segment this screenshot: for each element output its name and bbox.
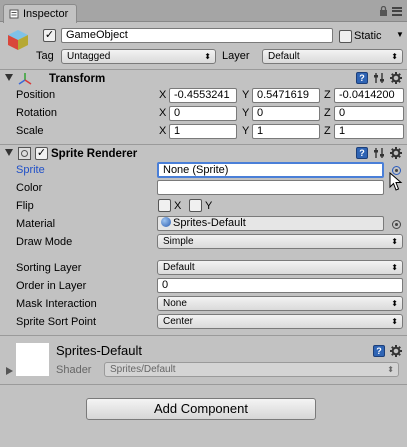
sorting-layer-label: Sorting Layer xyxy=(16,262,82,274)
sorting-layer-dropdown[interactable]: Default ⬍ xyxy=(157,260,403,275)
tab-inspector[interactable]: Inspector xyxy=(3,4,77,23)
inspector-icon xyxy=(9,9,19,19)
add-component-button[interactable]: Add Component xyxy=(86,398,316,420)
position-y-input[interactable]: 0.5471619 xyxy=(252,88,320,103)
position-label: Position xyxy=(16,89,56,101)
help-icon[interactable]: ? xyxy=(373,345,385,357)
tag-label: Tag xyxy=(36,50,54,62)
sprite-renderer-icon xyxy=(18,147,31,160)
flip-label: Flip xyxy=(16,200,34,212)
axis-x-label[interactable]: X xyxy=(159,124,166,138)
scale-z-input[interactable]: 1 xyxy=(334,124,404,139)
static-label: Static xyxy=(354,30,382,42)
static-dropdown-icon[interactable]: ▼ xyxy=(396,30,404,39)
dropdown-arrow-icon: ⬍ xyxy=(387,365,394,374)
tag-dropdown[interactable]: Untagged ⬍ xyxy=(61,49,216,64)
axis-y-label[interactable]: Y xyxy=(242,124,249,138)
rotation-y-input[interactable]: 0 xyxy=(252,106,320,121)
sprite-object-field[interactable]: None (Sprite) xyxy=(157,162,384,178)
tab-label: Inspector xyxy=(23,8,69,20)
lock-icon[interactable] xyxy=(379,6,388,16)
sprite-renderer-header[interactable]: ✓ Sprite Renderer ? xyxy=(0,144,407,162)
transform-header[interactable]: Transform ? xyxy=(0,69,407,87)
material-foldout-arrow-icon[interactable] xyxy=(6,367,13,375)
rotation-label: Rotation xyxy=(16,107,57,119)
flip-x-checkbox[interactable] xyxy=(158,199,171,212)
dropdown-arrow-icon: ⬍ xyxy=(204,52,211,61)
position-x-input[interactable]: -0.4553241 xyxy=(169,88,237,103)
position-z-input[interactable]: -0.0414200 xyxy=(334,88,404,103)
draw-mode-label: Draw Mode xyxy=(16,236,73,248)
scale-label: Scale xyxy=(16,125,44,137)
mask-interaction-dropdown[interactable]: None ⬍ xyxy=(157,296,403,311)
divider xyxy=(0,335,407,336)
shader-dropdown[interactable]: Sprites/Default ⬍ xyxy=(104,362,399,377)
material-sphere-icon xyxy=(161,217,171,227)
gameobject-icon xyxy=(8,30,28,50)
sprite-renderer-title: Sprite Renderer xyxy=(51,148,138,160)
tab-bar: Inspector xyxy=(0,0,407,23)
layer-dropdown[interactable]: Default ⬍ xyxy=(262,49,403,64)
dropdown-arrow-icon: ⬍ xyxy=(391,317,398,326)
sprite-sort-point-label: Sprite Sort Point xyxy=(16,316,97,328)
foldout-arrow-icon[interactable] xyxy=(5,149,13,156)
scale-y-input[interactable]: 1 xyxy=(252,124,320,139)
preset-icon[interactable] xyxy=(373,72,385,84)
axis-y-label[interactable]: Y xyxy=(242,88,249,102)
order-in-layer-input[interactable]: 0 xyxy=(157,278,403,293)
order-in-layer-label: Order in Layer xyxy=(16,280,87,292)
gear-icon[interactable] xyxy=(390,147,402,159)
axis-y-label[interactable]: Y xyxy=(242,106,249,120)
shader-label: Shader xyxy=(56,364,92,376)
sprite-label: Sprite xyxy=(16,164,45,176)
transform-icon xyxy=(18,73,32,85)
material-preview-title: Sprites-Default xyxy=(56,343,142,358)
rotation-x-input[interactable]: 0 xyxy=(169,106,237,121)
axis-z-label[interactable]: Z xyxy=(324,106,331,120)
object-picker-icon[interactable] xyxy=(392,220,401,229)
help-icon[interactable]: ? xyxy=(356,72,368,84)
preset-icon[interactable] xyxy=(373,147,385,159)
draw-mode-dropdown[interactable]: Simple ⬍ xyxy=(157,234,403,249)
sprite-sort-point-dropdown[interactable]: Center ⬍ xyxy=(157,314,403,329)
axis-z-label[interactable]: Z xyxy=(324,124,331,138)
foldout-arrow-icon[interactable] xyxy=(5,74,13,81)
gear-icon[interactable] xyxy=(390,345,402,357)
scale-x-input[interactable]: 1 xyxy=(169,124,237,139)
material-thumbnail xyxy=(16,343,49,376)
transform-title: Transform xyxy=(49,73,106,85)
axis-x-label[interactable]: X xyxy=(159,88,166,102)
color-field[interactable] xyxy=(157,180,384,195)
sprite-renderer-enabled-checkbox[interactable]: ✓ xyxy=(35,147,48,160)
help-icon[interactable]: ? xyxy=(356,147,368,159)
axis-x-label[interactable]: X xyxy=(159,106,166,120)
flip-y-checkbox[interactable] xyxy=(189,199,202,212)
gameobject-name-input[interactable]: GameObject xyxy=(61,28,333,43)
color-label: Color xyxy=(16,182,43,194)
dropdown-arrow-icon: ⬍ xyxy=(391,52,398,61)
layer-label: Layer xyxy=(222,50,250,62)
gear-icon[interactable] xyxy=(390,72,402,84)
static-checkbox[interactable] xyxy=(339,30,352,43)
material-object-field[interactable]: Sprites-Default xyxy=(157,216,384,231)
mask-interaction-label: Mask Interaction xyxy=(16,298,97,310)
flip-y-label: Y xyxy=(205,200,213,212)
mouse-cursor-icon xyxy=(389,172,403,191)
dropdown-arrow-icon: ⬍ xyxy=(391,237,398,246)
material-label: Material xyxy=(16,218,56,230)
active-checkbox[interactable]: ✓ xyxy=(43,29,56,42)
menu-icon[interactable] xyxy=(392,6,402,16)
rotation-z-input[interactable]: 0 xyxy=(334,106,404,121)
dropdown-arrow-icon: ⬍ xyxy=(391,299,398,308)
axis-z-label[interactable]: Z xyxy=(324,88,331,102)
divider xyxy=(0,384,407,385)
dropdown-arrow-icon: ⬍ xyxy=(391,263,398,272)
flip-x-label: X xyxy=(174,200,182,212)
